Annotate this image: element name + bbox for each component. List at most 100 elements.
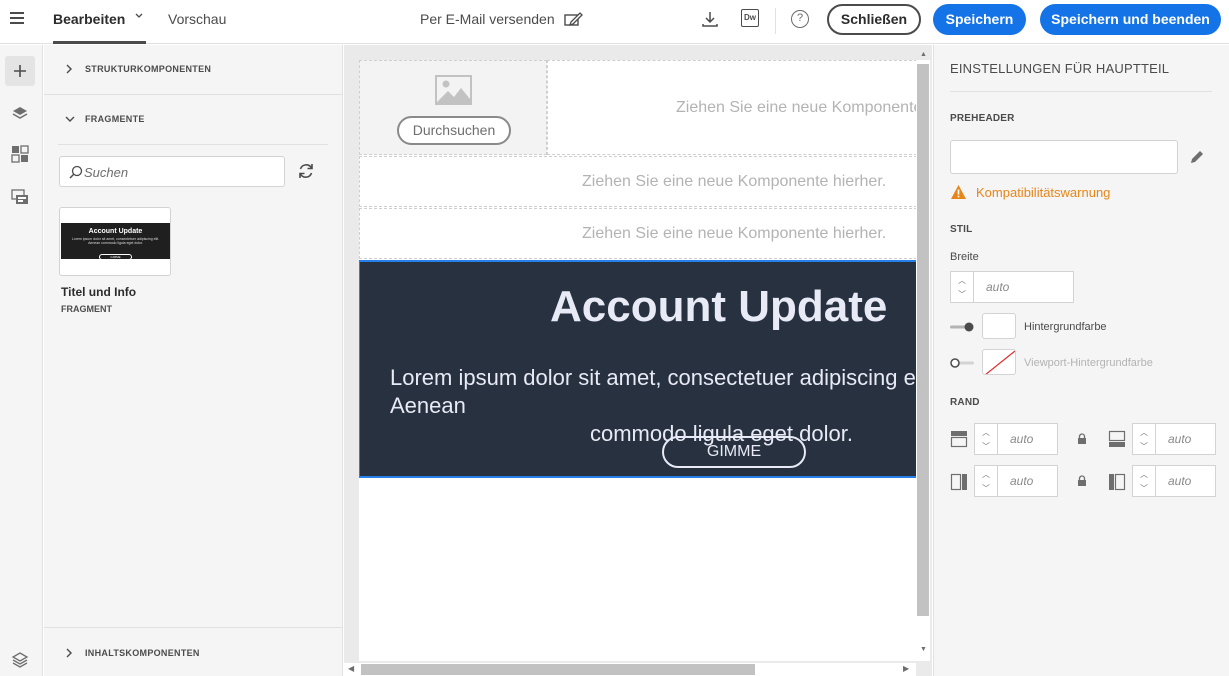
dreamweaver-icon[interactable]: Dw [741,9,759,27]
drop-zone[interactable]: Ziehen Sie eine neue Komponente hierher. [359,156,916,207]
image-icon [435,75,472,105]
scroll-down-icon[interactable]: ▼ [920,646,927,653]
save-button[interactable]: Speichern [933,4,1026,35]
content-layers-icon[interactable] [5,645,35,675]
margin-right-icon [1109,473,1126,491]
compatibility-warning-link[interactable]: Kompatibilitätswarnung [976,185,1110,200]
margin-left-icon [950,473,967,491]
settings-title: EINSTELLUNGEN FÜR HAUPTTEIL [950,61,1170,76]
style-label: STIL [950,224,973,235]
background-color-swatch[interactable] [982,313,1016,339]
search-field[interactable] [59,156,285,187]
pencil-icon[interactable] [1188,148,1206,166]
browse-button[interactable]: Durchsuchen [397,116,511,145]
viewport-background-label: Viewport-Hintergrundfarbe [1024,357,1153,369]
edit-send-icon[interactable] [563,9,583,29]
selected-fragment-block[interactable]: Account Update Lorem ipsum dolor sit ame… [359,260,916,478]
width-stepper[interactable]: ︿ ﹀ [950,271,974,303]
download-icon[interactable] [700,9,720,29]
scroll-left-icon[interactable]: ◀ [348,664,354,673]
margin-lock-icon[interactable] [1067,465,1097,497]
warning-icon [951,185,966,199]
drop-zone-text: Ziehen Sie eine neue Komponente hierher. [582,172,887,190]
save-and-close-button[interactable]: Speichern und beenden [1040,4,1221,35]
layers-icon[interactable] [5,98,35,128]
add-components-icon[interactable] [5,56,35,86]
hero-title[interactable]: Account Update [550,282,887,332]
section-fragments[interactable]: FRAGMENTE [44,95,343,143]
viewport-background-toggle[interactable] [950,358,974,368]
settings-panel: EINSTELLUNGEN FÜR HAUPTTEIL PREHEADER Ko… [933,45,1229,676]
chevron-right-icon [66,64,72,74]
margin-label: RAND [950,397,980,408]
fragments-icon[interactable] [5,139,35,169]
thumbnail-button: GIMME [99,254,132,260]
top-toolbar: Bearbeiten Vorschau Per E-Mail versenden… [0,0,1229,44]
scroll-up-icon[interactable]: ▲ [920,51,927,58]
margin-top-icon [950,431,968,448]
chevron-down-icon[interactable] [134,11,144,21]
help-icon[interactable]: ? [791,10,809,28]
assets-icon[interactable] [5,182,35,212]
hero-body[interactable]: Lorem ipsum dolor sit amet, consectetuer… [390,364,916,448]
send-email-label[interactable]: Per E-Mail versenden [420,11,555,27]
hero-body-line: Lorem ipsum dolor sit amet, consectetuer… [390,365,916,418]
section-label: STRUKTURKOMPONENTEN [85,64,212,74]
divider [44,627,343,628]
thumbnail-body: Lorem ipsum dolor sit amet, consectetuer… [71,237,160,245]
divider [58,144,328,145]
menu-icon[interactable] [10,12,24,26]
width-label: Breite [950,251,979,263]
width-field[interactable]: auto [974,271,1074,303]
no-color-icon [985,350,1015,374]
vertical-scrollbar[interactable]: ▲ ▼ [916,51,930,661]
fragment-thumbnail: Account Update Lorem ipsum dolor sit ame… [61,223,170,260]
section-label: INHALTSKOMPONENTEN [85,648,200,658]
section-content-components[interactable]: INHALTSKOMPONENTEN [44,629,343,676]
fragment-card[interactable]: Account Update Lorem ipsum dolor sit ame… [59,207,171,276]
margin-left-field[interactable]: auto [998,465,1058,497]
margin-right-stepper[interactable]: ︿ ﹀ [1132,465,1156,497]
components-panel: STRUKTURKOMPONENTEN FRAGMENTE Account Up… [44,45,343,676]
chevron-right-icon [66,648,72,658]
horizontal-scrollbar[interactable]: ◀ ▶ [344,663,916,676]
preheader-label: PREHEADER [950,113,1015,124]
chevron-down-icon [65,116,75,122]
margin-top-field[interactable]: auto [998,423,1058,455]
left-rail [0,45,43,676]
preheader-input[interactable] [950,140,1178,174]
margin-bottom-stepper[interactable]: ︿ ﹀ [1132,423,1156,455]
margin-right-field[interactable]: auto [1156,465,1216,497]
close-button[interactable]: Schließen [827,4,921,35]
scrollbar-thumb[interactable] [361,664,755,675]
hero-cta-button[interactable]: GIMME [662,436,806,468]
drop-zone[interactable]: Ziehen Sie eine neue Komponente hierher. [359,208,916,259]
hero-body-line: commodo ligula eget dolor. [590,421,853,446]
scrollbar-thumb[interactable] [917,64,929,616]
fragment-title[interactable]: Titel und Info [61,285,136,299]
fragment-type: FRAGMENT [61,304,112,314]
divider [950,91,1212,92]
search-icon [69,165,83,179]
margin-top-stepper[interactable]: ︿ ﹀ [974,423,998,455]
tab-preview[interactable]: Vorschau [168,11,226,27]
background-color-toggle[interactable] [950,322,974,332]
margin-bottom-field[interactable]: auto [1156,423,1216,455]
viewport-background-swatch[interactable] [982,349,1016,375]
margin-left-stepper[interactable]: ︿ ﹀ [974,465,998,497]
section-structure-components[interactable]: STRUKTURKOMPONENTEN [44,45,343,93]
background-color-label: Hintergrundfarbe [1024,321,1107,333]
email-canvas: Durchsuchen Ziehen Sie eine neue Kompone… [359,60,916,661]
margin-lock-icon[interactable] [1067,423,1097,455]
drop-zone-text: Ziehen Sie eine neue Komponente hierher. [582,224,887,242]
drop-zone-text: Ziehen Sie eine neue Komponente hierher. [676,98,916,116]
refresh-icon[interactable] [296,161,316,181]
thumbnail-title: Account Update [88,228,143,235]
margin-bottom-icon [1108,430,1126,447]
scroll-right-icon[interactable]: ▶ [903,664,909,673]
tab-edit[interactable]: Bearbeiten [53,11,125,27]
search-input[interactable] [84,163,274,181]
image-placeholder[interactable]: Durchsuchen [359,60,547,155]
active-tab-indicator [53,41,146,44]
drop-zone[interactable]: Ziehen Sie eine neue Komponente hierher. [547,60,916,155]
